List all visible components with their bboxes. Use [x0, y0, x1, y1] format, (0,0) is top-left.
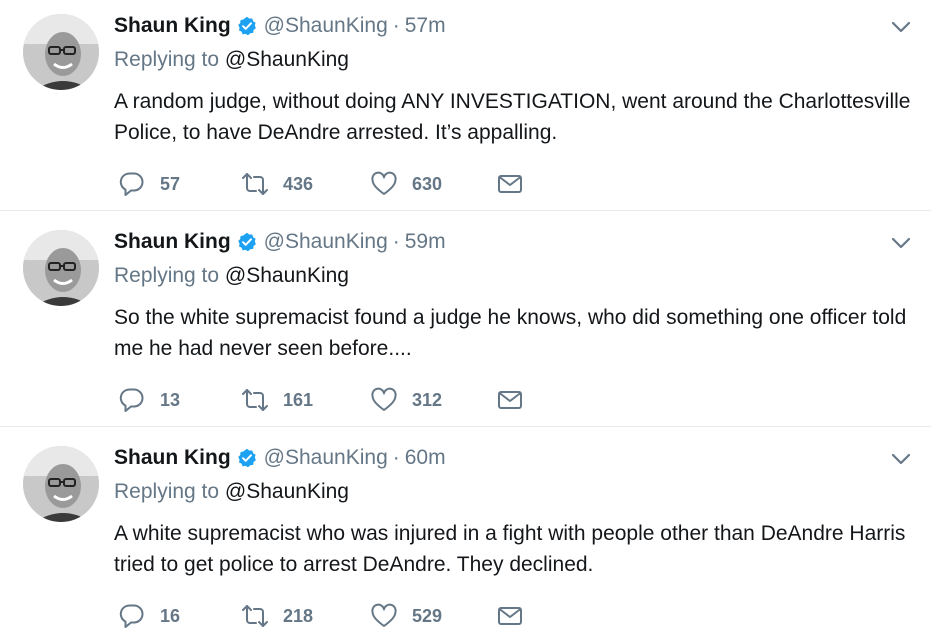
display-name[interactable]: Shaun King: [114, 446, 231, 470]
avatar[interactable]: [23, 14, 99, 90]
tweet-text: A white supremacist who was injured in a…: [114, 522, 906, 576]
tweet-2[interactable]: Shaun King @ShaunKing · 59m Replying to …: [0, 216, 931, 432]
tweet-divider: [0, 210, 931, 211]
reply-button[interactable]: 57: [117, 168, 180, 200]
avatar[interactable]: [23, 230, 99, 306]
timestamp[interactable]: 57m: [405, 14, 446, 38]
replying-to-mention[interactable]: @ShaunKing: [225, 48, 349, 71]
display-name[interactable]: Shaun King: [114, 230, 231, 254]
tweet-divider: [0, 426, 931, 427]
like-count: 630: [412, 173, 443, 194]
avatar[interactable]: [23, 446, 99, 522]
direct-message-button[interactable]: [495, 384, 525, 416]
reply-icon: [117, 385, 147, 415]
chevron-down-icon[interactable]: [888, 230, 914, 256]
retweet-count: 436: [283, 173, 314, 194]
reply-button[interactable]: 16: [117, 600, 180, 632]
direct-message-button[interactable]: [495, 600, 525, 632]
verified-badge-icon: [237, 232, 257, 252]
envelope-icon: [495, 601, 525, 631]
retweet-button[interactable]: 161: [240, 384, 313, 416]
tweet-header: Shaun King @ShaunKing · 59m: [114, 226, 446, 258]
user-handle[interactable]: @ShaunKing: [264, 14, 388, 38]
tweet-header: Shaun King @ShaunKing · 60m: [114, 442, 446, 474]
like-count: 312: [412, 389, 443, 410]
like-button[interactable]: 529: [369, 600, 442, 632]
tweet-text: So the white supremacist found a judge h…: [114, 306, 907, 360]
like-count: 529: [412, 605, 443, 626]
chevron-down-icon[interactable]: [888, 14, 914, 40]
tweet-1[interactable]: Shaun King @ShaunKing · 57m Replying to …: [0, 0, 931, 216]
retweet-icon: [240, 169, 270, 199]
user-handle[interactable]: @ShaunKing: [264, 230, 388, 254]
like-button[interactable]: 630: [369, 168, 442, 200]
retweet-button[interactable]: 218: [240, 600, 313, 632]
retweet-icon: [240, 385, 270, 415]
replying-to-label: Replying to: [114, 48, 220, 71]
replying-to: Replying to @ShaunKing: [114, 480, 349, 504]
reply-icon: [117, 169, 147, 199]
display-name[interactable]: Shaun King: [114, 14, 231, 38]
separator-dot: ·: [392, 14, 400, 37]
user-handle[interactable]: @ShaunKing: [264, 446, 388, 470]
tweet-header: Shaun King @ShaunKing · 57m: [114, 10, 446, 42]
heart-icon: [369, 169, 399, 199]
retweet-count: 218: [283, 605, 314, 626]
replying-to-mention[interactable]: @ShaunKing: [225, 264, 349, 287]
retweet-button[interactable]: 436: [240, 168, 313, 200]
separator-dot: ·: [392, 446, 400, 469]
retweet-count: 161: [283, 389, 314, 410]
chevron-down-icon[interactable]: [888, 446, 914, 472]
heart-icon: [369, 385, 399, 415]
reply-count: 57: [160, 173, 181, 194]
replying-to-mention[interactable]: @ShaunKing: [225, 480, 349, 503]
replying-to: Replying to @ShaunKing: [114, 264, 349, 288]
like-button[interactable]: 312: [369, 384, 442, 416]
tweet-3[interactable]: Shaun King @ShaunKing · 60m Replying to …: [0, 432, 931, 636]
reply-button[interactable]: 13: [117, 384, 180, 416]
envelope-icon: [495, 169, 525, 199]
separator-dot: ·: [392, 230, 400, 253]
reply-count: 13: [160, 389, 181, 410]
replying-to-label: Replying to: [114, 480, 220, 503]
replying-to-label: Replying to: [114, 264, 220, 287]
reply-icon: [117, 601, 147, 631]
heart-icon: [369, 601, 399, 631]
direct-message-button[interactable]: [495, 168, 525, 200]
replying-to: Replying to @ShaunKing: [114, 48, 349, 72]
reply-count: 16: [160, 605, 181, 626]
verified-badge-icon: [237, 448, 257, 468]
tweet-text: A random judge, without doing ANY INVEST…: [114, 90, 911, 144]
envelope-icon: [495, 385, 525, 415]
retweet-icon: [240, 601, 270, 631]
verified-badge-icon: [237, 16, 257, 36]
timestamp[interactable]: 59m: [405, 230, 446, 254]
timestamp[interactable]: 60m: [405, 446, 446, 470]
